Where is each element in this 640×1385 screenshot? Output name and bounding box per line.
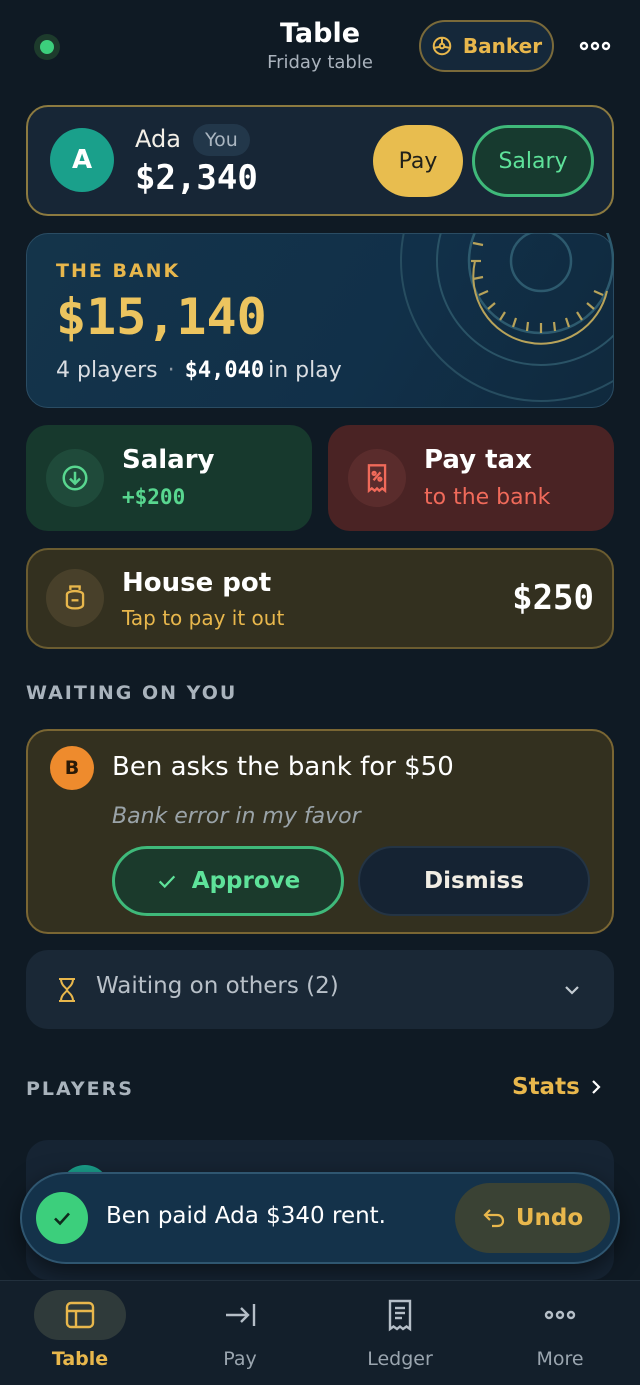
pot-icon <box>46 569 104 627</box>
more-menu-button[interactable] <box>575 30 615 62</box>
check-circle-icon <box>36 1192 88 1244</box>
house-pot-subtitle: Tap to pay it out <box>122 606 285 630</box>
pay-button[interactable]: Pay <box>373 125 463 197</box>
nav-more[interactable]: More <box>480 1290 640 1380</box>
dismiss-button[interactable]: Dismiss <box>358 846 590 916</box>
separator: · <box>167 358 175 383</box>
more-horizontal-icon <box>514 1290 606 1340</box>
page-title: Table <box>279 18 361 49</box>
more-horizontal-icon <box>579 41 611 51</box>
undo-icon <box>483 1209 504 1228</box>
collect-salary-button[interactable]: Salary <box>472 125 594 197</box>
nav-table[interactable]: Table <box>0 1290 160 1380</box>
pay-tax-subtitle: to the bank <box>424 485 551 510</box>
toast-message: Ben paid Ada $340 rent. <box>106 1203 386 1229</box>
stats-label: Stats <box>512 1074 580 1100</box>
bank-summary: 4 players · $4,040 in play <box>56 358 342 383</box>
pay-tax-title: Pay tax <box>424 445 532 475</box>
chevron-down-icon <box>565 986 579 995</box>
avatar: A <box>50 128 114 192</box>
nav-label: Pay <box>223 1348 257 1370</box>
player-name: Ada <box>135 125 181 153</box>
nav-label: More <box>536 1348 584 1370</box>
vault-dial-icon <box>400 233 614 402</box>
banker-label: Banker <box>462 34 543 58</box>
receipt-percent-icon <box>348 449 406 507</box>
check-icon <box>158 875 175 889</box>
player-count: 4 players <box>56 358 158 383</box>
nav-ledger[interactable]: Ledger <box>320 1290 480 1380</box>
nav-label: Ledger <box>367 1348 433 1370</box>
hourglass-icon <box>59 978 75 1002</box>
my-balance: $2,340 <box>135 158 258 198</box>
in-play-suffix: in play <box>268 358 342 383</box>
nav-label: Table <box>51 1348 109 1370</box>
receipt-icon <box>354 1290 446 1340</box>
steering-wheel-icon <box>432 36 452 56</box>
request-title: Ben asks the bank for $50 <box>112 752 454 782</box>
avatar: B <box>50 746 94 790</box>
banker-button[interactable]: Banker <box>419 20 554 72</box>
house-pot-amount: $250 <box>512 578 594 618</box>
in-play-amount: $4,040 <box>184 358 265 383</box>
arrow-to-line-icon <box>194 1290 286 1340</box>
bank-label: THE BANK <box>56 260 181 282</box>
undo-label: Undo <box>515 1205 584 1231</box>
waiting-on-others-label: Waiting on others (2) <box>96 973 339 999</box>
request-note: Bank error in my favor <box>112 804 361 829</box>
stats-link[interactable]: Stats <box>512 1074 604 1100</box>
page-subtitle: Friday table <box>267 52 373 73</box>
you-badge: You <box>193 124 250 156</box>
players-section-heading: PLAYERS <box>26 1078 134 1100</box>
salary-tile-title: Salary <box>122 445 215 475</box>
approve-button[interactable]: Approve <box>112 846 344 916</box>
chevron-right-icon <box>591 1080 601 1094</box>
bank-balance: $15,140 <box>56 288 267 346</box>
nav-pay[interactable]: Pay <box>160 1290 320 1380</box>
house-pot-title: House pot <box>122 568 272 598</box>
approve-label: Approve <box>191 868 301 894</box>
layout-icon <box>34 1290 126 1340</box>
arrow-down-circle-icon <box>46 449 104 507</box>
waiting-section-heading: WAITING ON YOU <box>26 682 238 704</box>
salary-tile-amount: +$200 <box>122 485 186 509</box>
undo-button[interactable]: Undo <box>455 1183 610 1253</box>
online-dot-icon <box>34 34 60 60</box>
